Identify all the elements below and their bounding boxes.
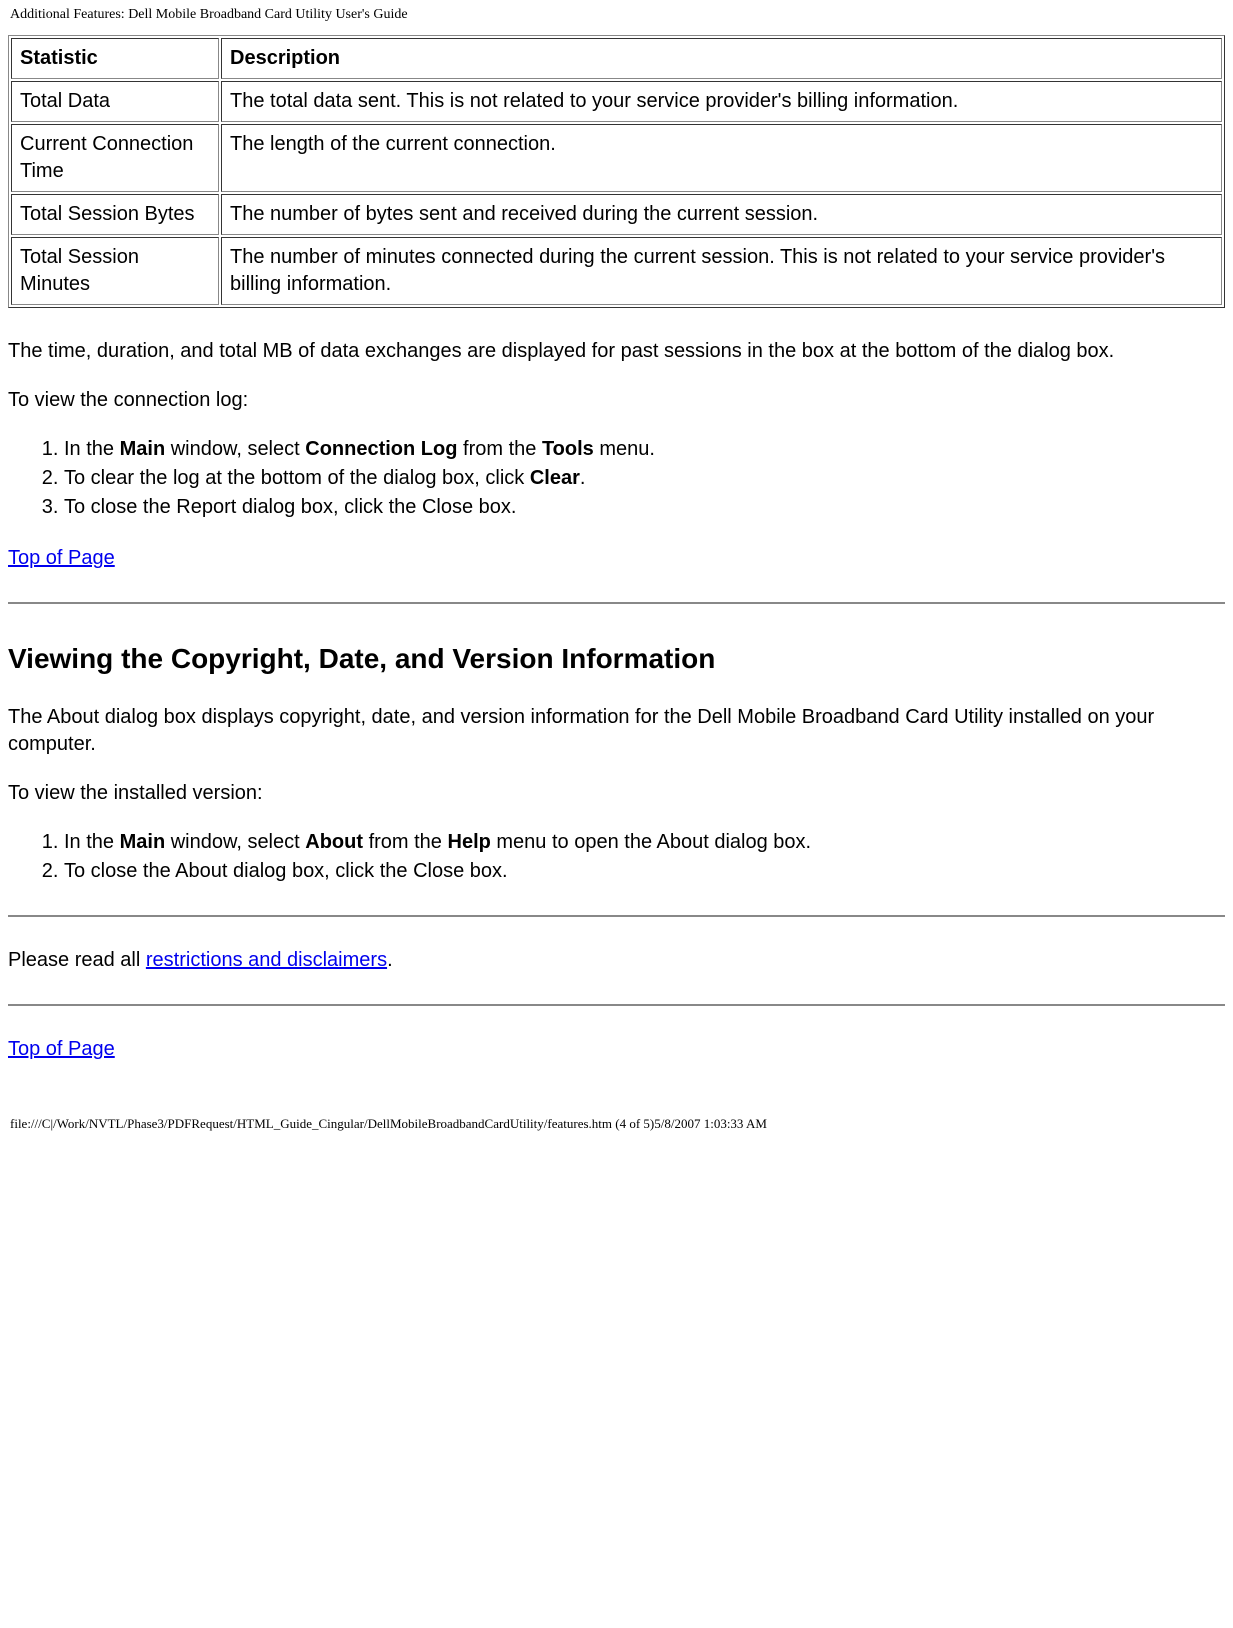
- bold-text: Main: [120, 831, 166, 853]
- table-row: Total Session Bytes The number of bytes …: [11, 194, 1222, 235]
- horizontal-rule: [8, 602, 1225, 604]
- cell-statistic: Total Session Bytes: [11, 194, 219, 235]
- th-statistic: Statistic: [11, 38, 219, 79]
- list-item: To close the Report dialog box, click th…: [64, 494, 1225, 521]
- top-of-page-link[interactable]: Top of Page: [8, 1038, 115, 1060]
- table-row: Total Data The total data sent. This is …: [11, 81, 1222, 122]
- cell-description: The number of bytes sent and received du…: [221, 194, 1222, 235]
- cell-description: The total data sent. This is not related…: [221, 81, 1222, 122]
- bold-text: Clear: [530, 467, 580, 489]
- text: window, select: [165, 831, 305, 853]
- text: To close the About dialog box, click the…: [64, 860, 508, 882]
- text: To clear the log at the bottom of the di…: [64, 467, 530, 489]
- text: window, select: [165, 438, 305, 460]
- footer-path: file:///C|/Work/NVTL/Phase3/PDFRequest/H…: [8, 1085, 1225, 1139]
- cell-statistic: Current Connection Time: [11, 124, 219, 192]
- list-item: In the Main window, select Connection Lo…: [64, 436, 1225, 463]
- text: Please read all: [8, 949, 146, 971]
- bold-text: Main: [120, 438, 166, 460]
- cell-statistic: Total Data: [11, 81, 219, 122]
- horizontal-rule: [8, 1004, 1225, 1006]
- text: In the: [64, 831, 120, 853]
- about-steps: In the Main window, select About from th…: [8, 829, 1225, 885]
- cell-description: The length of the current connection.: [221, 124, 1222, 192]
- horizontal-rule: [8, 915, 1225, 917]
- text: .: [580, 467, 586, 489]
- table-row: Current Connection Time The length of th…: [11, 124, 1222, 192]
- list-item: To clear the log at the bottom of the di…: [64, 465, 1225, 492]
- paragraph-view-log-intro: To view the connection log:: [8, 387, 1225, 414]
- paragraph-about-intro: The About dialog box displays copyright,…: [8, 704, 1225, 758]
- bold-text: Connection Log: [305, 438, 457, 460]
- text: from the: [457, 438, 541, 460]
- paragraph-view-version-intro: To view the installed version:: [8, 780, 1225, 807]
- cell-description: The number of minutes connected during t…: [221, 237, 1222, 305]
- bold-text: About: [305, 831, 363, 853]
- bold-text: Help: [448, 831, 491, 853]
- list-item: To close the About dialog box, click the…: [64, 858, 1225, 885]
- page-header: Additional Features: Dell Mobile Broadba…: [8, 0, 1225, 35]
- cell-statistic: Total Session Minutes: [11, 237, 219, 305]
- text: from the: [363, 831, 447, 853]
- top-of-page-link-wrapper: Top of Page: [8, 1036, 1225, 1063]
- section-heading-copyright: Viewing the Copyright, Date, and Version…: [8, 640, 1225, 678]
- table-row: Total Session Minutes The number of minu…: [11, 237, 1222, 305]
- connection-log-steps: In the Main window, select Connection Lo…: [8, 436, 1225, 521]
- top-of-page-link[interactable]: Top of Page: [8, 547, 115, 569]
- list-item: In the Main window, select About from th…: [64, 829, 1225, 856]
- top-of-page-link-wrapper: Top of Page: [8, 545, 1225, 572]
- text: .: [387, 949, 393, 971]
- text: In the: [64, 438, 120, 460]
- table-header-row: Statistic Description: [11, 38, 1222, 79]
- paragraph-past-sessions: The time, duration, and total MB of data…: [8, 338, 1225, 365]
- statistics-table: Statistic Description Total Data The tot…: [8, 35, 1225, 308]
- bold-text: Tools: [542, 438, 594, 460]
- text: To close the Report dialog box, click th…: [64, 496, 516, 518]
- paragraph-restrictions: Please read all restrictions and disclai…: [8, 947, 1225, 974]
- th-description: Description: [221, 38, 1222, 79]
- restrictions-link[interactable]: restrictions and disclaimers: [146, 949, 387, 971]
- text: menu.: [594, 438, 655, 460]
- text: menu to open the About dialog box.: [491, 831, 811, 853]
